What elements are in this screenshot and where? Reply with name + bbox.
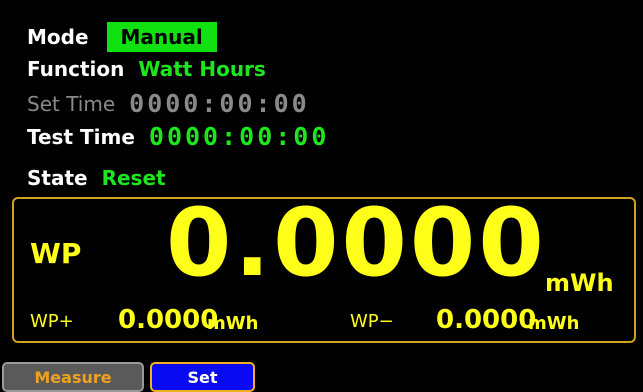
mode-row: Mode Manual [27, 22, 217, 52]
set-button[interactable]: Set [150, 362, 255, 392]
wp-main-unit: mWh [545, 269, 614, 297]
mode-value-badge[interactable]: Manual [106, 22, 217, 52]
mode-label: Mode [27, 25, 89, 49]
function-row: Function Watt Hours [27, 57, 266, 81]
test-time-value: 0000:00:00 [148, 122, 330, 151]
wp-main-value: 0.0000 [166, 189, 547, 298]
state-value: Reset [101, 166, 166, 190]
function-value[interactable]: Watt Hours [138, 57, 265, 81]
set-time-label: Set Time [27, 91, 116, 116]
wp-minus-unit: mWh [528, 313, 580, 334]
state-row: State Reset [27, 166, 166, 190]
set-time-row: Set Time 0000:00:00 [27, 89, 310, 118]
measure-button[interactable]: Measure [2, 362, 144, 392]
wp-plus-unit: mWh [207, 313, 259, 334]
wp-minus-label: WP− [350, 311, 394, 332]
wp-minus-value: 0.0000 [436, 305, 537, 335]
wp-label: WP [30, 237, 82, 270]
state-label: State [27, 166, 88, 190]
measurement-panel: WP 0.0000 mWh WP+ 0.0000 mWh WP− 0.0000 … [12, 197, 636, 343]
wp-plus-label: WP+ [30, 311, 74, 332]
function-label: Function [27, 57, 125, 81]
test-time-label: Test Time [27, 124, 135, 149]
test-time-row: Test Time 0000:00:00 [27, 122, 329, 151]
wp-plus-value: 0.0000 [118, 305, 219, 335]
set-time-value: 0000:00:00 [129, 89, 310, 118]
